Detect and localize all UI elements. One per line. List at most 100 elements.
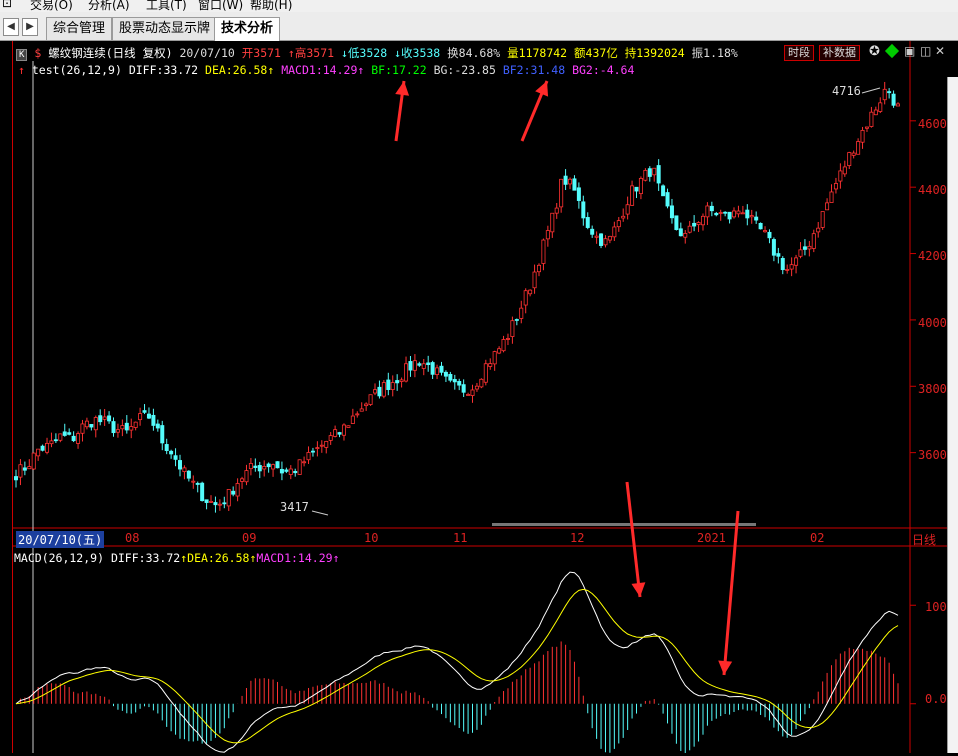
candle-body	[705, 205, 710, 218]
candle-body	[599, 233, 604, 246]
candle-body	[798, 249, 803, 257]
candle-body	[319, 444, 324, 447]
candle-body	[124, 422, 129, 431]
candle-body	[271, 464, 276, 470]
candle-body	[169, 450, 174, 455]
candle-body	[678, 228, 683, 237]
tab-quote-board[interactable]: 股票动态显示牌	[112, 17, 218, 40]
month-tick: 11	[453, 531, 468, 545]
fullscreen-icon[interactable]: ◫	[920, 44, 931, 58]
candle-body	[851, 152, 856, 156]
window-icon[interactable]: ▣	[904, 44, 915, 58]
min-pointer-line	[311, 510, 329, 516]
candle-body	[860, 130, 865, 143]
candle-body	[111, 421, 116, 434]
close-icon[interactable]: ✕	[935, 44, 945, 58]
candle-body	[355, 413, 360, 416]
candle-body	[674, 215, 679, 230]
candle-body	[714, 212, 719, 216]
candle-body	[612, 226, 617, 238]
macd-tick: 0.0	[925, 692, 947, 706]
candle-body	[514, 319, 519, 321]
candle-body	[448, 373, 453, 381]
candle-body	[643, 169, 648, 181]
candle-body	[700, 215, 705, 226]
candle-body	[31, 452, 36, 470]
candle-body	[749, 215, 754, 218]
candle-body	[399, 379, 404, 382]
gear-icon[interactable]: ✪	[869, 44, 880, 59]
candle-body	[474, 385, 479, 390]
macd-macd1: MACD1:14.29	[256, 551, 333, 565]
candle-body	[789, 264, 794, 270]
candle-body	[665, 192, 670, 207]
candle-body	[581, 201, 586, 219]
candle-body	[231, 490, 236, 495]
price-tick: 3800	[918, 382, 947, 396]
candle-body	[435, 367, 440, 375]
month-tick: 08	[125, 531, 140, 545]
candle-body	[864, 126, 869, 129]
candle-body	[302, 461, 307, 464]
tab-overview[interactable]: 综合管理	[46, 17, 113, 40]
candle-body	[138, 413, 143, 421]
candle-body	[439, 365, 444, 373]
candle-body	[727, 211, 732, 220]
candle-body	[45, 442, 50, 453]
cursor-date: 20/07/10(五)	[16, 531, 105, 548]
candle-body	[58, 433, 63, 441]
candle-body	[479, 378, 484, 388]
candle-body	[647, 168, 652, 177]
indicator-bf: BF:17.22	[371, 63, 427, 77]
candle-body	[807, 245, 812, 250]
menu-nav-icon[interactable]: ⊡	[2, 0, 12, 10]
candle-body	[102, 416, 107, 420]
tab-technical-analysis[interactable]: 技术分析	[214, 17, 281, 42]
candle-body	[568, 178, 573, 185]
supplement-data-button[interactable]: 补数据	[819, 45, 860, 61]
candle-body	[754, 216, 759, 221]
candle-body	[76, 433, 81, 444]
candle-body	[825, 202, 830, 211]
max-price-label: 4716	[832, 84, 861, 98]
period-button[interactable]: 时段	[784, 45, 814, 61]
month-tick: 02	[810, 531, 825, 545]
header-close: 收3538	[401, 46, 441, 60]
chart-area[interactable]	[0, 41, 958, 754]
candle-body	[213, 502, 218, 506]
candle-body	[687, 225, 692, 233]
candle-body	[559, 178, 564, 208]
tab-scroll-right-icon[interactable]: ▶	[22, 18, 38, 36]
chart-svg[interactable]	[0, 41, 958, 754]
candle-body	[563, 175, 568, 185]
price-tick: 4200	[918, 249, 947, 263]
candle-body	[732, 210, 737, 218]
side-panel[interactable]	[947, 77, 958, 753]
candle-body	[505, 338, 510, 340]
header-info: K $ 螺纹钢连续(日线 复权) 20/07/10 开3571 ↑高3571 ↓…	[16, 45, 738, 61]
annotation-arrow-3-shaft	[625, 481, 642, 598]
candle-body	[656, 165, 661, 184]
up-arrow-icon: ↑	[332, 551, 340, 565]
candle-body	[186, 470, 191, 479]
candle-body	[896, 103, 901, 107]
indicator-dea: DEA:26.58	[205, 63, 268, 77]
candle-body	[177, 460, 182, 470]
candle-body	[887, 91, 892, 94]
candle-body	[625, 204, 630, 215]
candle-body	[173, 455, 178, 460]
candle-body	[98, 415, 103, 423]
candle-body	[381, 382, 386, 397]
candle-body	[421, 363, 426, 369]
tab-scroll-left-icon[interactable]: ◀	[3, 18, 19, 36]
candle-body	[182, 467, 187, 473]
candle-body	[146, 413, 151, 419]
period-label: 日线	[912, 533, 937, 547]
candle-body	[661, 185, 666, 197]
k-button[interactable]: K	[16, 49, 28, 61]
candle-body	[53, 439, 58, 442]
candle-body	[315, 447, 320, 449]
candle-body	[275, 461, 280, 469]
candle-body	[519, 307, 524, 319]
candle-body	[669, 205, 674, 219]
